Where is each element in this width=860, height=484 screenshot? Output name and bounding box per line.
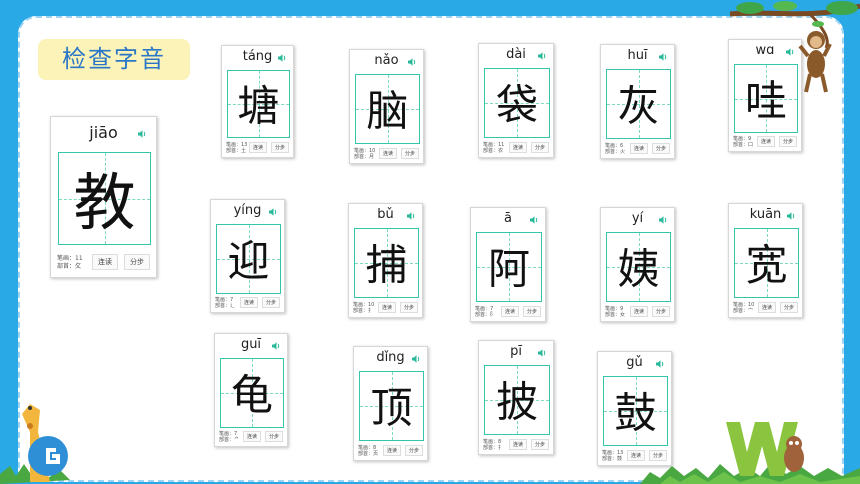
step-button[interactable]: 分步 bbox=[264, 431, 283, 442]
card-meta: 笔画：10 部首：宀 bbox=[733, 302, 755, 314]
char-card-pi[interactable]: pī 披 笔画：8 部首：扌 连读 分步 bbox=[478, 340, 554, 455]
card-meta: 笔画：7 部首：阝 bbox=[475, 306, 496, 318]
character-grid: 宽 bbox=[734, 228, 799, 298]
char-card-a[interactable]: ā 阿 笔画：7 部首：阝 连读 分步 bbox=[470, 207, 546, 322]
character: 袋 bbox=[495, 80, 538, 130]
character: 宽 bbox=[745, 240, 788, 290]
read-button[interactable]: 连读 bbox=[508, 142, 527, 153]
read-button[interactable]: 连读 bbox=[248, 142, 267, 153]
speaker-icon[interactable] bbox=[268, 207, 278, 217]
character-grid: 鼓 bbox=[603, 376, 668, 446]
read-button[interactable]: 连读 bbox=[239, 297, 258, 308]
speaker-icon[interactable] bbox=[537, 348, 547, 358]
character: 姨 bbox=[617, 244, 660, 294]
character-grid: 教 bbox=[58, 152, 151, 245]
card-meta: 笔画：9 部首：口 bbox=[733, 136, 754, 148]
card-meta: 笔画：10 部首：扌 bbox=[353, 302, 375, 314]
letter-w-icon bbox=[726, 422, 804, 476]
step-button[interactable]: 分步 bbox=[261, 297, 280, 308]
character-grid: 灰 bbox=[606, 69, 671, 139]
speaker-icon[interactable] bbox=[537, 51, 547, 61]
character: 阿 bbox=[487, 244, 530, 294]
read-button[interactable]: 连读 bbox=[378, 148, 397, 159]
character-grid: 姨 bbox=[606, 232, 671, 302]
speaker-icon[interactable] bbox=[137, 129, 147, 139]
card-meta: 笔画：6 部首：火 bbox=[605, 143, 626, 155]
character-grid: 捕 bbox=[354, 228, 419, 298]
step-button[interactable]: 分步 bbox=[522, 306, 541, 317]
read-button[interactable]: 连读 bbox=[757, 302, 776, 313]
character: 灰 bbox=[617, 81, 660, 131]
char-card-jiao[interactable]: jiāo 教 笔画：11 部首：攵 连读 分步 bbox=[50, 116, 157, 278]
step-button[interactable]: 分步 bbox=[124, 254, 150, 270]
read-button[interactable]: 连读 bbox=[629, 306, 648, 317]
char-card-bu[interactable]: bǔ 捕 笔画：10 部首：扌 连读 分步 bbox=[348, 203, 423, 318]
character: 迎 bbox=[227, 236, 270, 286]
character-grid: 披 bbox=[484, 365, 550, 435]
character: 鼓 bbox=[614, 388, 657, 438]
speaker-icon[interactable] bbox=[655, 359, 665, 369]
read-button[interactable]: 连读 bbox=[242, 431, 261, 442]
char-card-hui[interactable]: huī 灰 笔画：6 部首：火 连读 分步 bbox=[600, 44, 675, 159]
step-button[interactable]: 分步 bbox=[270, 142, 289, 153]
step-button[interactable]: 分步 bbox=[399, 302, 418, 313]
speaker-icon[interactable] bbox=[407, 57, 417, 67]
read-button[interactable]: 连读 bbox=[629, 143, 648, 154]
card-meta: 笔画：7 部首：⺈ bbox=[219, 431, 240, 443]
step-button[interactable]: 分步 bbox=[651, 306, 670, 317]
char-card-gui[interactable]: guī 龟 笔画：7 部首：⺈ 连读 分步 bbox=[214, 333, 288, 447]
card-meta: 笔画：11 部首：攵 bbox=[57, 255, 83, 270]
char-card-ying[interactable]: yíng 迎 笔画：7 部首：辶 连读 分步 bbox=[210, 199, 285, 313]
char-card-dai[interactable]: dài 袋 笔画：11 部首：衣 连读 分步 bbox=[478, 43, 554, 158]
character-grid: 龟 bbox=[220, 358, 284, 428]
card-meta: 笔画：7 部首：辶 bbox=[215, 297, 236, 309]
speaker-icon[interactable] bbox=[406, 211, 416, 221]
character: 教 bbox=[73, 165, 136, 239]
read-button[interactable]: 连读 bbox=[500, 306, 519, 317]
card-meta: 笔画：10 部首：月 bbox=[354, 148, 376, 160]
read-button[interactable]: 连读 bbox=[756, 136, 775, 147]
speaker-icon[interactable] bbox=[658, 52, 668, 62]
character: 顶 bbox=[370, 383, 413, 433]
speaker-icon[interactable] bbox=[658, 215, 668, 225]
character: 脑 bbox=[366, 86, 409, 136]
char-card-yi[interactable]: yí 姨 笔画：9 部首：女 连读 分步 bbox=[600, 207, 675, 322]
char-card-kuan[interactable]: kuān 宽 笔画：10 部首：宀 连读 分步 bbox=[728, 203, 803, 318]
step-button[interactable]: 分步 bbox=[400, 148, 419, 159]
character: 披 bbox=[495, 377, 538, 427]
character-grid: 迎 bbox=[216, 224, 281, 294]
read-button[interactable]: 连读 bbox=[92, 254, 118, 270]
speaker-icon[interactable] bbox=[411, 354, 421, 364]
speaker-icon[interactable] bbox=[277, 53, 287, 63]
character-grid: 塘 bbox=[227, 70, 290, 138]
speaker-icon[interactable] bbox=[786, 211, 796, 221]
char-card-ding[interactable]: dǐng 顶 笔画：8 部首：页 连读 分步 bbox=[353, 346, 428, 461]
page-title: 检查字音 bbox=[38, 39, 190, 80]
character-grid: 顶 bbox=[359, 371, 424, 441]
speaker-icon[interactable] bbox=[271, 341, 281, 351]
step-button[interactable]: 分步 bbox=[778, 136, 797, 147]
speaker-icon[interactable] bbox=[529, 215, 539, 225]
character-grid: 袋 bbox=[484, 68, 550, 138]
step-button[interactable]: 分步 bbox=[651, 143, 670, 154]
monkey-icon bbox=[730, 1, 860, 93]
card-meta: 笔画：13 部首：土 bbox=[226, 142, 248, 154]
character: 塘 bbox=[237, 81, 280, 131]
char-card-tang[interactable]: táng 塘 笔画：13 部首：土 连读 分步 bbox=[221, 45, 294, 158]
character: 龟 bbox=[230, 370, 273, 420]
read-button[interactable]: 连读 bbox=[377, 302, 396, 313]
giraffe-icon bbox=[22, 404, 68, 482]
character: 捕 bbox=[365, 240, 408, 290]
char-card-nao[interactable]: nǎo 脑 笔画：10 部首：月 连读 分步 bbox=[349, 49, 424, 164]
step-button[interactable]: 分步 bbox=[530, 142, 549, 153]
character-grid: 脑 bbox=[355, 74, 420, 144]
character-grid: 阿 bbox=[476, 232, 542, 302]
card-meta: 笔画：9 部首：女 bbox=[605, 306, 626, 318]
step-button[interactable]: 分步 bbox=[779, 302, 798, 313]
card-meta: 笔画：11 部首：衣 bbox=[483, 142, 505, 154]
